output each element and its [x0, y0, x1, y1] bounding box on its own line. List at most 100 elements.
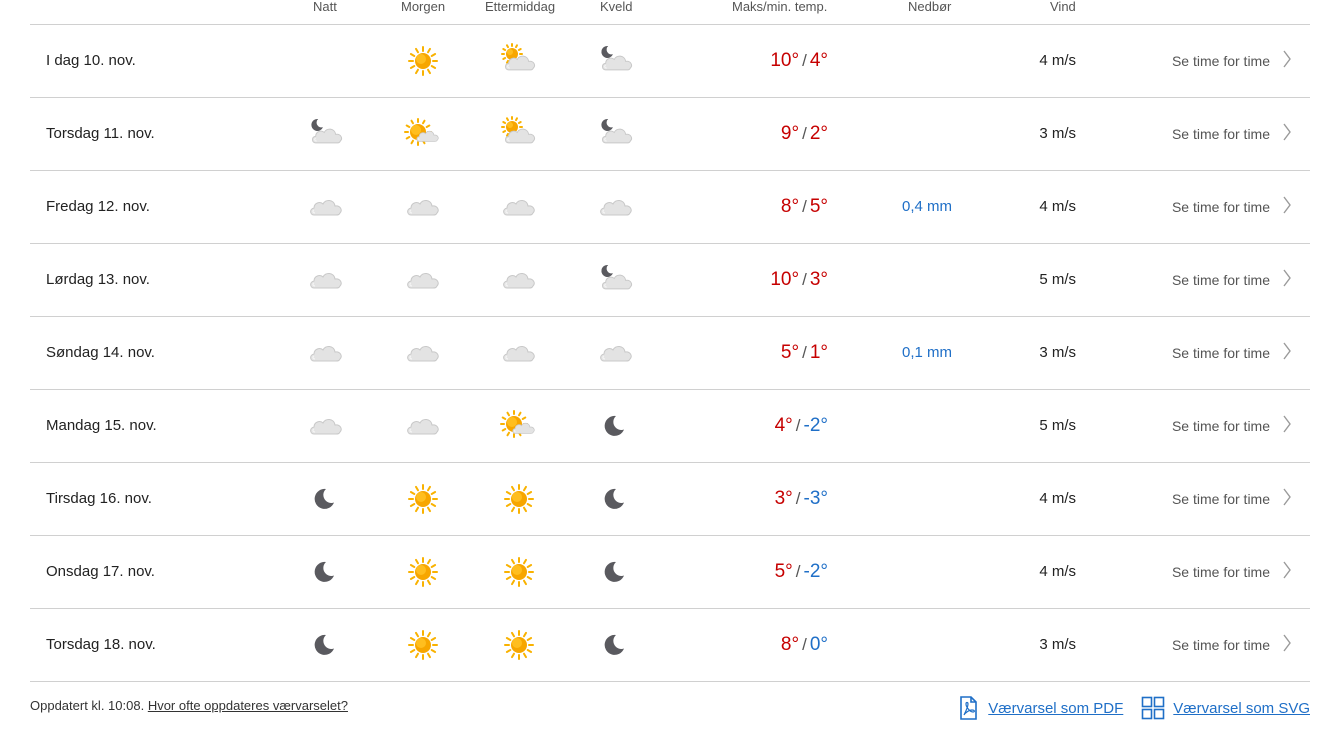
sun-icon: [403, 43, 443, 79]
temp-min: 5°: [809, 196, 828, 217]
footer: Oppdatert kl. 10:08. Hvor ofte oppdatere…: [30, 696, 1310, 726]
hourly-link[interactable]: Se time for time: [1172, 25, 1292, 97]
sun-icon: [499, 481, 539, 517]
empty-icon: [306, 43, 346, 79]
hourly-link-label: Se time for time: [1171, 199, 1270, 215]
temp-max: 8°: [780, 196, 800, 217]
temp-separator: /: [802, 197, 807, 216]
moon-icon: [306, 554, 346, 590]
forecast-row[interactable]: Torsdag 11. nov. 9°/2° 3 m/s Se time for t…: [30, 98, 1310, 171]
temp-separator: /: [802, 635, 807, 654]
download-links: Værvarsel som PDF Værvarsel som SVG: [938, 696, 1310, 720]
wind-speed: 4 m/s: [1039, 52, 1076, 69]
temp-separator: /: [802, 343, 807, 362]
partly-cloudy-night-icon: [306, 116, 346, 152]
moon-icon: [596, 408, 636, 444]
forecast-page: Natt Morgen Ettermiddag Kveld Maks/min. …: [0, 0, 1344, 744]
day-label: Torsdag 11. nov.: [46, 125, 155, 142]
chevron-right-icon: [1270, 268, 1292, 293]
temp-max: 9°: [780, 123, 800, 144]
day-label: Onsdag 17. nov.: [46, 563, 155, 580]
temp-min: -3°: [803, 488, 829, 509]
wind-speed: 4 m/s: [1039, 490, 1076, 507]
hourly-link-label: Se time for time: [1171, 564, 1270, 580]
table-header: Natt Morgen Ettermiddag Kveld Maks/min. …: [30, 0, 1310, 25]
day-label: Tirsdag 16. nov.: [46, 490, 152, 507]
forecast-row[interactable]: Tirsdag 16. nov. 3° / -3° 4 m/s Se time for t…: [30, 463, 1310, 536]
cloud-icon: [403, 189, 443, 225]
cloud-icon: [499, 262, 539, 298]
hourly-link[interactable]: Se time for time: [1172, 98, 1292, 170]
cloud-icon: [306, 408, 346, 444]
header-afternoon: Ettermiddag: [485, 0, 556, 14]
cloud-icon: [596, 189, 636, 225]
temperature-max-min: 8°/5°: [781, 171, 828, 243]
sun-icon: [403, 481, 443, 517]
forecast-row[interactable]: I dag 10. nov. 10°/4° 4 m/s Se time for ti…: [30, 25, 1310, 98]
header-evening: Kveld: [600, 0, 633, 14]
svg-download-link[interactable]: Værvarsel som SVG: [1141, 696, 1310, 720]
moon-icon: [306, 481, 346, 517]
forecast-row[interactable]: Torsdag 18. nov. 8°/0° 3 m/s Se time for ti…: [30, 609, 1310, 682]
hourly-link-label: Se time for time: [1171, 491, 1270, 507]
cloud-icon: [306, 262, 346, 298]
wind-speed: 4 m/s: [1039, 563, 1076, 580]
chevron-right-icon: [1270, 122, 1292, 147]
wind-speed: 3 m/s: [1039, 636, 1076, 653]
temp-max: 5°: [780, 342, 800, 363]
cloud-icon: [403, 335, 443, 371]
cloud-icon: [403, 262, 443, 298]
temperature-max-min: 5°/1°: [781, 317, 828, 389]
hourly-link[interactable]: Se time for time: [1172, 463, 1292, 535]
forecast-row[interactable]: Søndag 14. nov. 5°/1° 0,1 mm 3 m/s Se time …: [30, 317, 1310, 390]
forecast-row[interactable]: Lørdag 13. nov. 10°/3° 5 m/s Se time for t…: [30, 244, 1310, 317]
svg-link-label: Værvarsel som SVG: [1173, 699, 1310, 717]
update-frequency-link[interactable]: Hvor ofte oppdateres værvarselet?: [148, 698, 348, 713]
chevron-right-icon: [1270, 560, 1292, 585]
partly-cloudy-night-icon: [596, 116, 636, 152]
hourly-link[interactable]: Se time for time: [1172, 171, 1292, 243]
updated-info: Oppdatert kl. 10:08. Hvor ofte oppdatere…: [30, 698, 348, 713]
wind-speed: 3 m/s: [1039, 344, 1076, 361]
day-label: Lørdag 13. nov.: [46, 271, 150, 288]
cloud-icon: [499, 335, 539, 371]
hourly-link-label: Se time for time: [1171, 345, 1270, 361]
forecast-rows: I dag 10. nov. 10°/4° 4 m/s Se time for ti…: [30, 25, 1310, 682]
header-night: Natt: [313, 0, 337, 14]
forecast-row[interactable]: Mandag 15. nov. 4° / -2° 5 m/s Se time for t…: [30, 390, 1310, 463]
moon-icon: [306, 627, 346, 663]
chevron-right-icon: [1270, 487, 1292, 512]
forecast-row[interactable]: Fredag 12. nov. 8°/5° 0,4 mm 4 m/s Se time …: [30, 171, 1310, 244]
hourly-link[interactable]: Se time for time: [1172, 244, 1292, 316]
temp-separator: /: [795, 489, 801, 508]
temp-separator: /: [802, 51, 807, 70]
header-morning: Morgen: [401, 0, 446, 14]
wind-speed: 5 m/s: [1039, 271, 1076, 288]
header-precip: Nedbør: [908, 0, 952, 14]
temp-min: 0°: [809, 634, 828, 655]
partly-cloudy-day-icon: [403, 116, 443, 152]
temp-min: 3°: [809, 269, 828, 290]
temperature-max-min: 9°/2°: [781, 98, 828, 170]
forecast-row[interactable]: Onsdag 17. nov. 5° / -2° 4 m/s Se time for ti…: [30, 536, 1310, 609]
temperature-max-min: 10°/3°: [770, 244, 828, 316]
partly-cloudy-day-icon: [499, 43, 539, 79]
temperature-max-min: 4° / -2°: [775, 390, 828, 462]
day-label: Fredag 12. nov.: [46, 198, 150, 215]
hourly-link[interactable]: Se time for time: [1172, 317, 1292, 389]
cloud-icon: [596, 335, 636, 371]
partly-cloudy-night-icon: [596, 43, 636, 79]
hourly-link[interactable]: Se time for time: [1172, 536, 1292, 608]
temp-max: 4°: [774, 415, 793, 436]
sun-icon: [403, 554, 443, 590]
hourly-link[interactable]: Se time for time: [1172, 390, 1292, 462]
pdf-download-link[interactable]: Værvarsel som PDF: [956, 696, 1123, 720]
temp-max: 3°: [774, 488, 793, 509]
day-label: Torsdag 18. nov.: [46, 636, 156, 653]
temperature-max-min: 8°/0°: [781, 609, 828, 681]
temp-separator: /: [795, 416, 801, 435]
partly-cloudy-night-icon: [596, 262, 636, 298]
precipitation: 0,1 mm: [901, 344, 952, 361]
hourly-link[interactable]: Se time for time: [1172, 609, 1292, 681]
sun-icon: [499, 627, 539, 663]
